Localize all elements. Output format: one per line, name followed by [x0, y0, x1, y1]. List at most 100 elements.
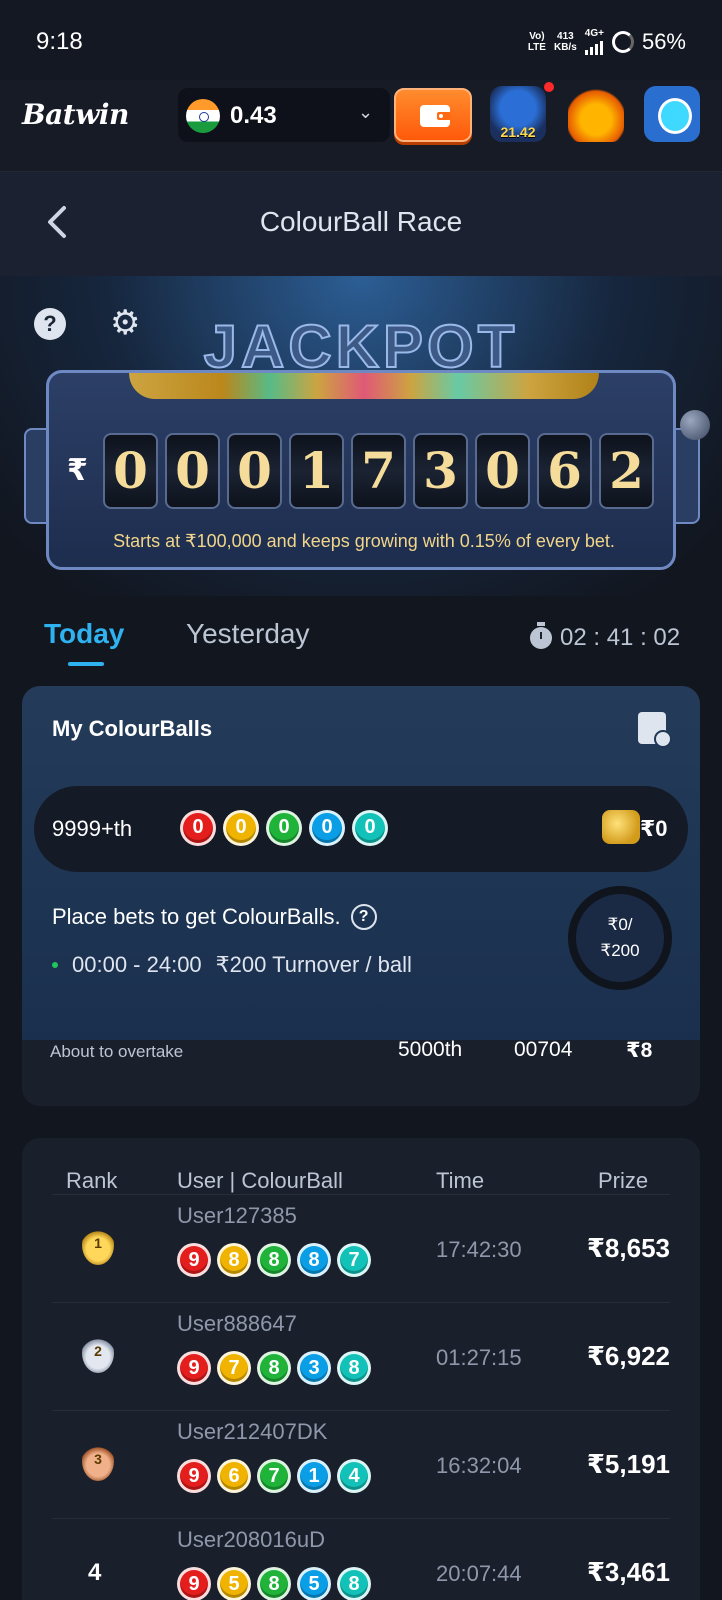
colour-ball: 0	[223, 810, 259, 846]
my-rank: 9999+th	[52, 816, 133, 841]
india-flag-icon	[186, 99, 220, 133]
balance-selector[interactable]: 0.43 ⌄	[178, 88, 390, 142]
user-prize: ₹8,653	[586, 1233, 670, 1263]
ball-rule: 00:00 - 24:00 ₹200 Turnover / ball	[52, 952, 412, 978]
rule-hours: 00:00 - 24:00	[72, 952, 202, 977]
colour-ball: 8	[257, 1243, 291, 1277]
jackpot-digit: 2	[599, 433, 654, 509]
colour-ball: 1	[297, 1459, 331, 1493]
colour-ball: 4	[337, 1459, 371, 1493]
turnover-progress-ring: ₹0/ ₹200	[568, 886, 672, 990]
colour-ball: 8	[337, 1567, 371, 1600]
silver-medal-icon: 2	[82, 1333, 114, 1373]
colour-ball: 6	[217, 1459, 251, 1493]
colour-ball: 0	[309, 810, 345, 846]
tab-yesterday[interactable]: Yesterday	[186, 618, 310, 650]
stopwatch-icon	[530, 622, 552, 649]
colour-ball: 9	[177, 1243, 211, 1277]
table-row[interactable]: 4 User208016uD 9 5 8 5 8 20:07:44 ₹3,461	[52, 1518, 670, 1600]
bet-hint-text: Place bets to get ColourBalls.	[52, 904, 341, 929]
treasure-chest-icon[interactable]	[568, 86, 624, 142]
brand-logo[interactable]: Batwin	[22, 98, 129, 131]
colour-ball: 0	[352, 810, 388, 846]
network-speed: 413 KB/s	[553, 30, 577, 53]
wallet-button[interactable]	[394, 88, 472, 142]
user-prize: ₹6,922	[586, 1341, 670, 1371]
user-balls: 9 5 8 5 8	[177, 1567, 371, 1600]
overtake-rank: 5000th	[398, 1038, 463, 1061]
colour-ball: 5	[217, 1567, 251, 1600]
my-colourballs-title: My ColourBalls	[52, 716, 213, 741]
question-icon[interactable]: ?	[350, 904, 377, 930]
day-tabs: Today Yesterday 02 : 41 : 02	[0, 600, 722, 670]
table-row[interactable]: 2 User888647 9 7 8 3 8 01:27:15 ₹6,922	[52, 1302, 670, 1410]
jackpot-digit: 6	[537, 433, 592, 509]
jackpot-digit: 0	[103, 433, 158, 509]
table-row[interactable]: 3 User212407DK 9 6 7 1 4 16:32:04 ₹5,191	[52, 1410, 670, 1518]
signal-icon: 4G+	[584, 28, 604, 55]
colour-ball: 8	[217, 1243, 251, 1277]
overtake-label: About to overtake	[50, 1042, 184, 1061]
profile-avatar-icon[interactable]	[644, 86, 700, 142]
jackpot-digit: 3	[413, 433, 468, 509]
user-balls: 9 7 8 3 8	[177, 1351, 371, 1385]
user-name: User208016uD	[177, 1527, 325, 1552]
my-balls: 0 0 0 0 0	[180, 810, 388, 846]
page-title-bar: ColourBall Race	[0, 172, 722, 276]
active-dot-icon	[52, 962, 58, 968]
jackpot-currency: ₹	[67, 454, 88, 487]
colour-ball: 7	[337, 1243, 371, 1277]
jackpot-digit: 1	[289, 433, 344, 509]
battery-ring-icon	[611, 30, 634, 53]
header-user: User | ColourBall	[177, 1168, 343, 1193]
colour-ball: 7	[257, 1459, 291, 1493]
user-time: 01:27:15	[436, 1345, 522, 1370]
bronze-medal-icon: 3	[82, 1441, 114, 1481]
battery-percent: 56%	[641, 28, 686, 54]
leaderboard: Rank User | ColourBall Time Prize 1 User…	[22, 1138, 700, 1600]
overtake-prize: ₹8	[626, 1039, 653, 1062]
rule-turnover: ₹200 Turnover / ball	[215, 952, 412, 977]
user-balls: 9 6 7 1 4	[177, 1459, 371, 1493]
user-prize: ₹3,461	[586, 1557, 670, 1587]
header-time: Time	[436, 1168, 485, 1193]
colour-ball: 0	[266, 810, 302, 846]
gold-medal-icon: 1	[82, 1225, 114, 1265]
user-time: 17:42:30	[436, 1237, 522, 1262]
header-prize: Prize	[598, 1168, 649, 1193]
turnover-progress-text: ₹0/ ₹200	[600, 915, 640, 960]
countdown-value: 02 : 41 : 02	[560, 624, 681, 651]
machine-side-right	[676, 428, 700, 524]
jackpot-digits: 0 0 0 1 7 3 0 6 2	[103, 433, 654, 509]
colour-ball: 0	[180, 810, 216, 846]
user-prize: ₹5,191	[586, 1449, 670, 1479]
status-bar: 9:18 Vo) LTE 413 KB/s 4G+ 56%	[0, 0, 722, 80]
table-row[interactable]: 1 User127385 9 8 8 8 7 17:42:30 ₹8,653	[52, 1194, 670, 1302]
colour-ball: 5	[297, 1567, 331, 1600]
header-rank: Rank	[66, 1168, 118, 1193]
colour-ball: 9	[177, 1567, 211, 1600]
colour-ball: 8	[297, 1243, 331, 1277]
my-colourballs-card: My ColourBalls 9999+th 0 0 0 0 0 ₹0 Plac…	[22, 686, 700, 1106]
machine-side-left	[24, 428, 48, 524]
chevron-down-icon: ⌄	[358, 102, 374, 122]
history-icon[interactable]	[638, 712, 672, 748]
tab-today[interactable]: Today	[44, 618, 124, 650]
my-colourballs-panel: My ColourBalls 9999+th 0 0 0 0 0 ₹0 Plac…	[22, 686, 700, 1040]
coin-stack-icon	[602, 810, 640, 844]
jackpot-digit: 7	[351, 433, 406, 509]
user-time: 16:32:04	[436, 1453, 522, 1478]
user-name: User888647	[177, 1311, 297, 1336]
colour-ball: 8	[337, 1351, 371, 1385]
machine-lever-icon	[680, 410, 710, 440]
user-balls: 9 8 8 8 7	[177, 1243, 371, 1277]
colour-ball: 9	[177, 1351, 211, 1385]
app-header: Batwin 0.43 ⌄ 21.42	[0, 80, 722, 172]
wallet-icon	[420, 105, 451, 127]
my-prize: ₹0	[640, 816, 668, 841]
jackpot-digit: 0	[165, 433, 220, 509]
jackpot-pot-icon[interactable]: 21.42	[490, 86, 546, 142]
user-name: User127385	[177, 1203, 297, 1228]
status-time: 9:18	[36, 28, 83, 55]
notification-dot	[544, 82, 554, 92]
